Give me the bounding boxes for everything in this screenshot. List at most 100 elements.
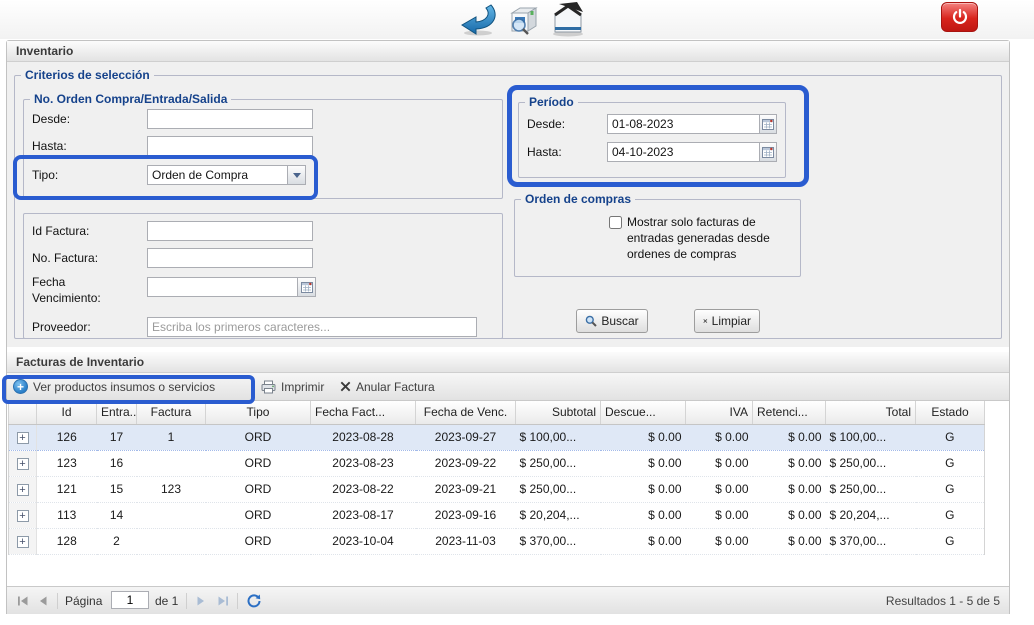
cell-retencion: $ 0.00 [753,450,826,476]
cell-fecha-factura: 2023-08-28 [311,424,416,450]
pagination-separator [237,593,238,609]
row-expand-icon[interactable]: + [17,536,29,548]
cell-retencion: $ 0.00 [753,502,826,528]
cell-fecha-vencimiento: 2023-11-03 [416,528,516,554]
first-page-button[interactable] [16,592,30,610]
fieldset-orden: No. Orden Compra/Entrada/Salida Desde: H… [23,99,503,199]
col-fecha-factura[interactable]: Fecha Fact... [311,401,416,424]
orden-hasta-input[interactable] [147,136,313,156]
tipo-combobox[interactable] [147,165,288,185]
buscar-button[interactable]: Buscar [576,309,648,333]
periodo-hasta-calendar-button[interactable] [760,142,777,162]
last-page-icon [216,594,230,608]
col-total[interactable]: Total [826,401,916,424]
id-factura-input[interactable] [147,221,313,241]
ver-productos-button[interactable]: + Ver productos insumos o servicios [13,373,215,400]
row-expand-icon[interactable]: + [17,458,29,470]
cell-subtotal: $ 370,00... [516,528,601,554]
periodo-desde-calendar-button[interactable] [760,114,777,134]
page-number-input[interactable] [111,591,149,609]
cell-estado: G [916,450,985,476]
col-entrada[interactable]: Entra... [97,401,137,424]
limpiar-button-label: Limpiar [712,314,751,328]
no-factura-label: No. Factura: [32,251,98,265]
search-module-icon[interactable] [506,5,544,37]
cell-estado: G [916,424,985,450]
ver-productos-label: Ver productos insumos o servicios [33,380,215,394]
mostrar-solo-facturas-label: Mostrar solo facturas de entradas genera… [627,214,797,262]
pagination-separator [57,593,58,609]
row-expand-icon[interactable]: + [17,432,29,444]
grid-region: Id Entra... Factura Tipo Fecha Fact... F… [7,401,1009,586]
pagination-bar: Página de 1 Resu [7,586,1009,614]
anular-factura-button[interactable]: Anular Factura [340,373,435,400]
col-estado[interactable]: Estado [916,401,985,424]
table-row[interactable]: + 123 16 ORD 2023-08-23 2023-09-22 $ 250… [9,450,985,476]
facturas-table: Id Entra... Factura Tipo Fecha Fact... F… [8,401,985,555]
cell-entrada: 14 [97,502,137,528]
calendar-icon [762,146,774,158]
col-id[interactable]: Id [37,401,97,424]
orden-desde-input[interactable] [147,109,313,129]
col-factura[interactable]: Factura [137,401,206,424]
cell-iva: $ 0.00 [686,502,753,528]
fieldset-orden-compras-legend: Orden de compras [521,192,635,206]
col-iva[interactable]: IVA [686,401,753,424]
periodo-desde-label: Desde: [527,117,565,131]
cell-factura: 123 [137,476,206,502]
tipo-combo-arrow[interactable] [288,165,306,185]
table-header-row: Id Entra... Factura Tipo Fecha Fact... F… [9,401,985,424]
fecha-vencimiento-calendar-button[interactable] [298,277,316,297]
prev-page-icon [37,594,49,608]
cell-fecha-factura: 2023-08-23 [311,450,416,476]
cell-retencion: $ 0.00 [753,424,826,450]
cell-total: $ 100,00... [826,424,916,450]
col-fecha-vencimiento[interactable]: Fecha de Venc. [416,401,516,424]
col-retencion[interactable]: Retenci... [753,401,826,424]
col-subtotal[interactable]: Subtotal [516,401,601,424]
prev-page-button[interactable] [37,592,49,610]
proveedor-input[interactable] [147,317,477,337]
next-page-button[interactable] [195,592,207,610]
periodo-hasta-input[interactable] [607,142,760,162]
group-factura: Id Factura: No. Factura: Fecha Vencimien… [23,213,503,339]
periodo-desde-input[interactable] [607,114,760,134]
proveedor-label: Proveedor: [32,320,91,334]
fieldset-periodo: Período Desde: Hasta: [518,102,786,178]
back-icon[interactable] [458,2,504,37]
cell-tipo: ORD [206,476,311,502]
cell-entrada: 17 [97,424,137,450]
table-row[interactable]: + 113 14 ORD 2023-08-17 2023-09-16 $ 20,… [9,502,985,528]
cell-id: 128 [37,528,97,554]
anular-factura-label: Anular Factura [356,380,435,394]
table-row[interactable]: + 128 2 ORD 2023-10-04 2023-11-03 $ 370,… [9,528,985,554]
grid-panel-title-text: Facturas de Inventario [16,355,144,369]
home-icon[interactable] [547,1,589,37]
cell-fecha-factura: 2023-08-22 [311,476,416,502]
mostrar-solo-facturas-checkbox[interactable] [609,216,622,229]
table-row[interactable]: + 126 17 1 ORD 2023-08-28 2023-09-27 $ 1… [9,424,985,450]
col-tipo[interactable]: Tipo [206,401,311,424]
grid-toolbar: + Ver productos insumos o servicios Impr… [7,373,1009,401]
cell-retencion: $ 0.00 [753,528,826,554]
row-expand-icon[interactable]: + [17,510,29,522]
limpiar-button[interactable]: Limpiar [694,309,760,333]
refresh-button[interactable] [246,592,262,610]
row-expand-icon[interactable]: + [17,484,29,496]
imprimir-button[interactable]: Imprimir [261,373,324,400]
no-factura-input[interactable] [147,248,313,268]
cell-descuento: $ 0.00 [601,450,686,476]
cell-total: $ 250,00... [826,450,916,476]
fecha-vencimiento-input[interactable] [147,277,298,297]
last-page-button[interactable] [216,592,230,610]
fieldset-periodo-legend: Período [525,95,578,109]
cell-total: $ 370,00... [826,528,916,554]
id-factura-label: Id Factura: [32,224,89,238]
cell-iva: $ 0.00 [686,528,753,554]
fecha-vencimiento-label: Fecha Vencimiento: [32,274,132,306]
col-descuento[interactable]: Descue... [601,401,686,424]
table-row[interactable]: + 121 15 123 ORD 2023-08-22 2023-09-21 $… [9,476,985,502]
logout-power-button[interactable] [941,2,978,32]
cell-retencion: $ 0.00 [753,476,826,502]
cell-iva: $ 0.00 [686,450,753,476]
